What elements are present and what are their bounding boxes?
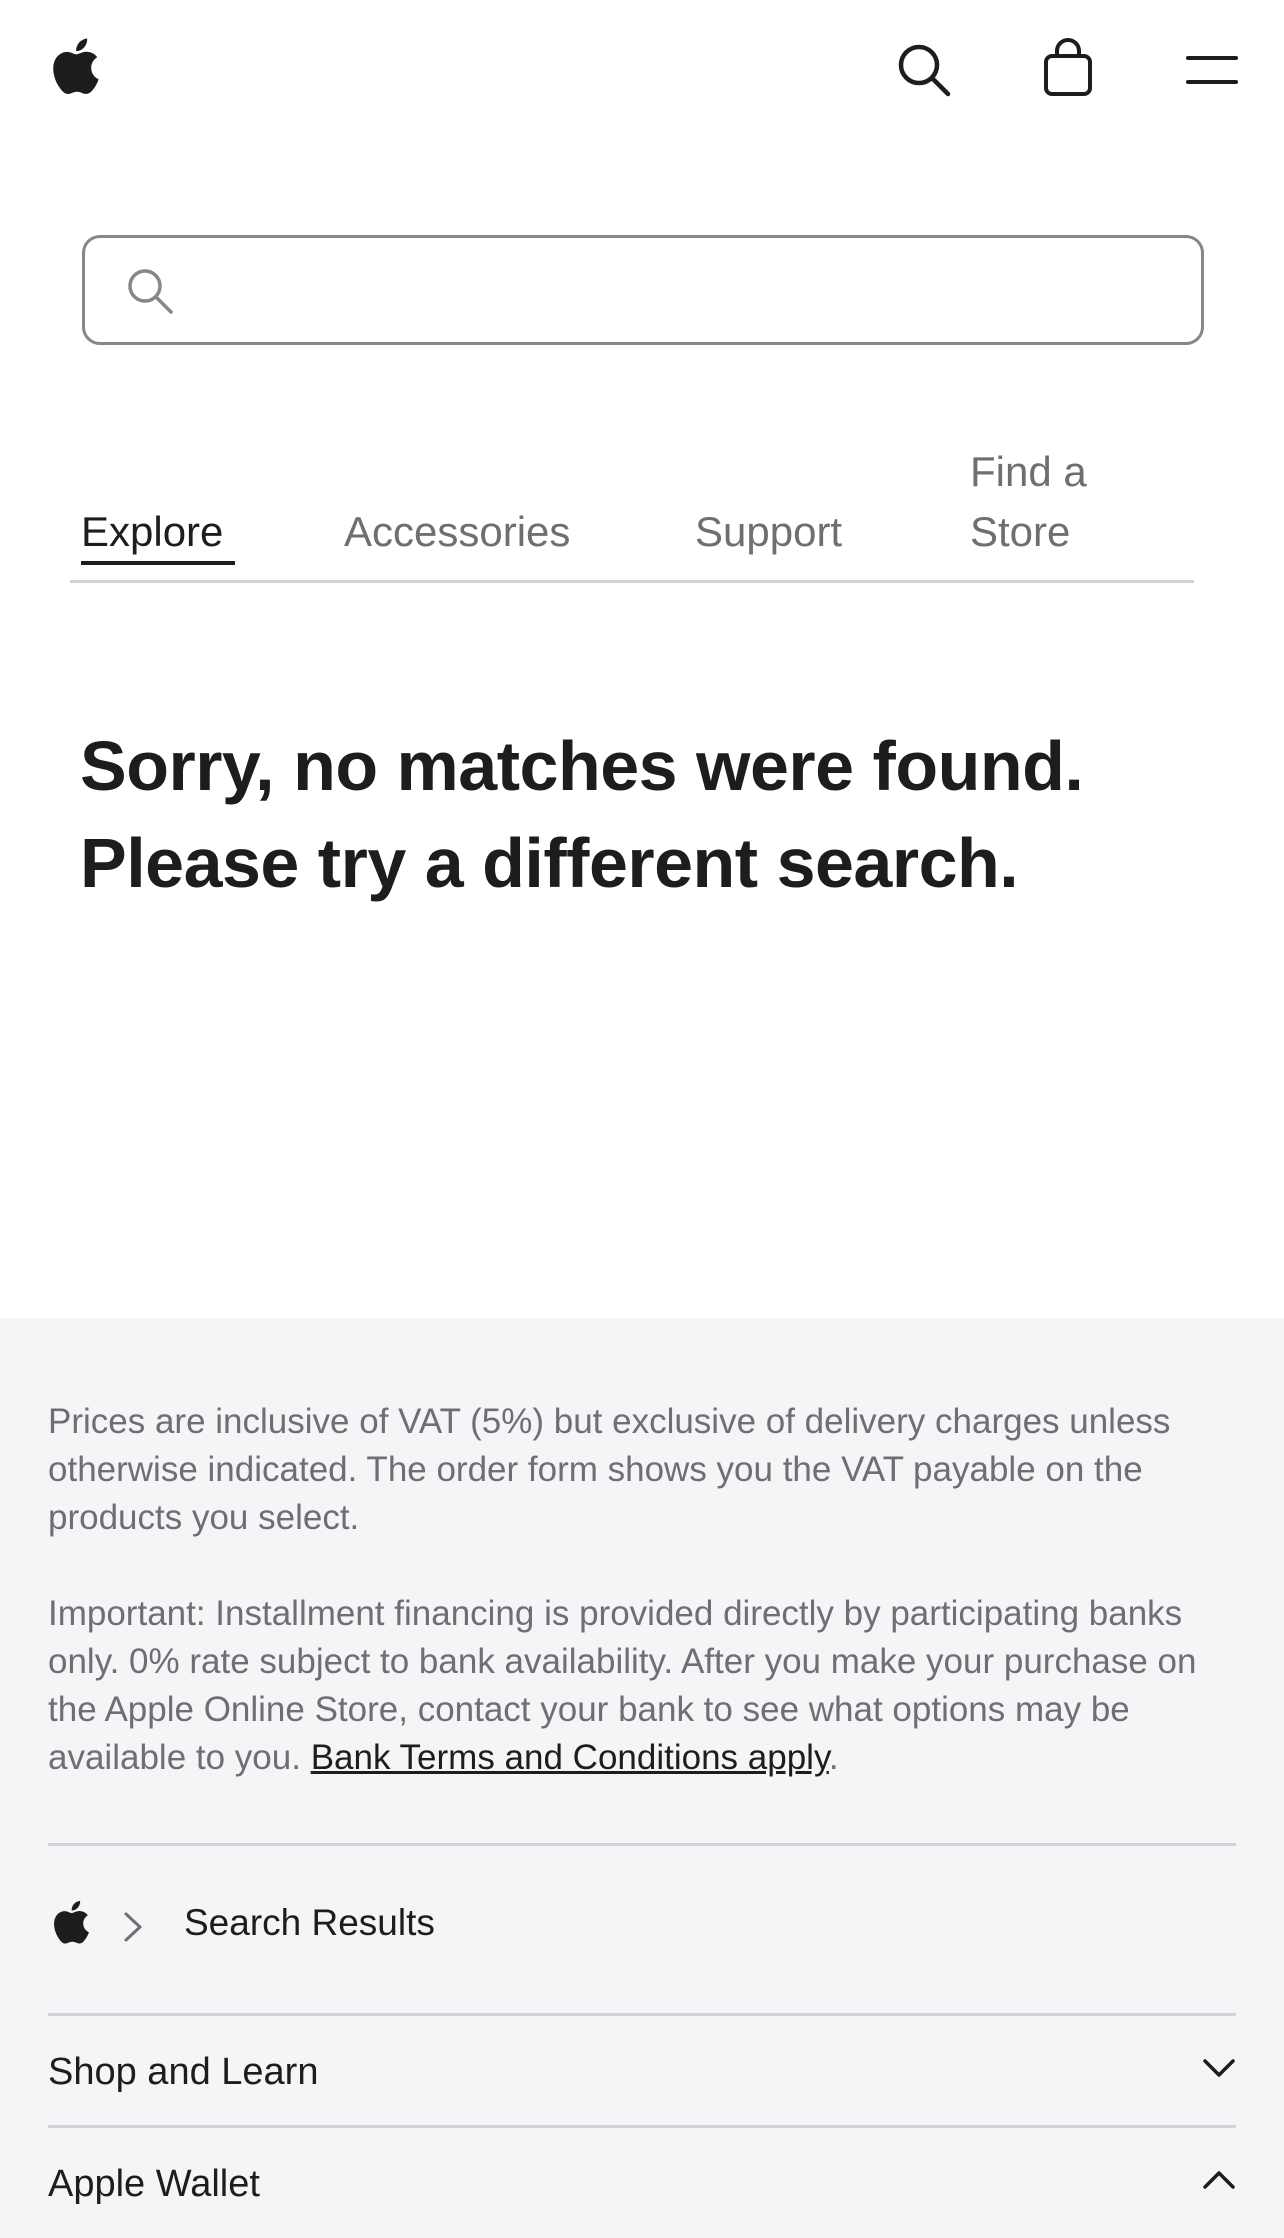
menu-icon[interactable] (1186, 52, 1238, 88)
footnote-financing-end: . (828, 1738, 839, 1777)
tab-label: Accessories (344, 508, 571, 555)
shopping-bag-icon[interactable] (1040, 38, 1096, 98)
footer-section-apple-wallet[interactable]: Apple Wallet (48, 2128, 1236, 2238)
breadcrumb: Search Results (48, 1898, 848, 1968)
footer: Prices are inclusive of VAT (5%) but exc… (0, 1318, 1284, 2238)
no-results-message: Sorry, no matches were found. Please try… (80, 727, 1084, 902)
tab-explore[interactable]: Explore (81, 502, 235, 565)
chevron-right-icon (124, 1912, 142, 1942)
search-box[interactable] (82, 235, 1204, 345)
footer-section-label: Shop and Learn (48, 2051, 319, 2093)
search-field-icon (128, 269, 173, 314)
footer-section-label: Apple Wallet (48, 2163, 260, 2205)
bank-terms-link[interactable]: Bank Terms and Conditions apply (311, 1738, 829, 1777)
tab-accessories[interactable]: Accessories (344, 502, 570, 562)
global-nav (0, 0, 1284, 140)
tab-label: Find a Store (970, 448, 1087, 555)
breadcrumb-current: Search Results (184, 1902, 435, 1943)
search-tabs: Explore Accessories Support Find a Store (70, 440, 1194, 583)
tab-label: Explore (81, 508, 224, 555)
chevron-up-icon (1203, 2171, 1235, 2189)
footer-section-shop-and-learn[interactable]: Shop and Learn (48, 2016, 1236, 2126)
tab-label: Support (695, 508, 843, 555)
divider (48, 1843, 1236, 1846)
footnote-vat: Prices are inclusive of VAT (5%) but exc… (48, 1402, 1171, 1537)
apple-logo-icon[interactable] (50, 1898, 90, 1946)
apple-logo-icon[interactable] (48, 36, 100, 96)
footnote-financing: Important: Installment financing is prov… (48, 1590, 1236, 1782)
tab-find-a-store[interactable]: Find a Store (970, 442, 1170, 562)
active-tab-underline (81, 561, 235, 565)
page: Explore Accessories Support Find a Store… (0, 0, 1284, 2238)
tab-support[interactable]: Support (695, 502, 842, 562)
search-input[interactable] (205, 248, 1185, 332)
chevron-down-icon (1203, 2059, 1235, 2077)
search-icon[interactable] (896, 42, 952, 98)
